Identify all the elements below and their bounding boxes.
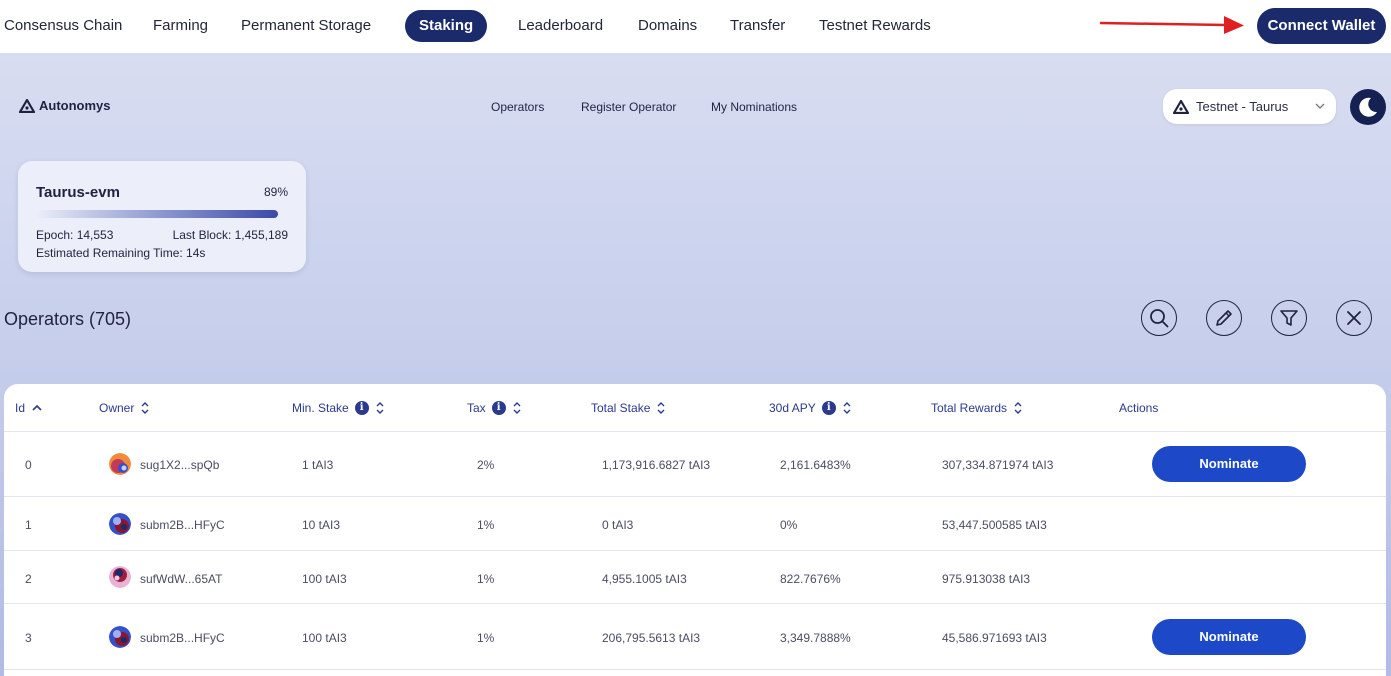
domain-status-card: Taurus-evm 89% Epoch: 14,553 Last Block:… xyxy=(18,161,306,272)
table-row: 1 subm2B...HFyC 10 tAI3 1% 0 tAI3 0% 53,… xyxy=(4,497,1386,551)
clear-button[interactable] xyxy=(1336,300,1372,336)
network-selector[interactable]: Testnet - Taurus xyxy=(1163,89,1336,124)
connect-wallet-button[interactable]: Connect Wallet xyxy=(1257,8,1386,44)
operator-id: 3 xyxy=(25,631,32,645)
owner-avatar xyxy=(109,566,131,588)
brand-name: Autonomys xyxy=(39,98,111,113)
col-header-min-stake[interactable]: Min. Stake i xyxy=(292,401,385,415)
operator-id: 0 xyxy=(25,458,32,472)
col-header-id[interactable]: Id xyxy=(15,401,43,415)
domain-name: Taurus-evm xyxy=(36,184,120,201)
apy: 3,349.7888% xyxy=(780,631,851,645)
col-header-owner[interactable]: Owner xyxy=(99,401,150,415)
sort-icon xyxy=(1014,402,1022,414)
nav-permanent-storage[interactable]: Permanent Storage xyxy=(241,17,371,34)
theme-toggle-button[interactable] xyxy=(1350,89,1386,125)
filter-button[interactable] xyxy=(1271,300,1307,336)
tax: 1% xyxy=(477,631,495,645)
owner-address[interactable]: subm2B...HFyC xyxy=(140,631,225,645)
sort-icon xyxy=(843,402,851,414)
top-nav: Consensus Chain Farming Permanent Storag… xyxy=(0,0,1391,53)
col-header-apy[interactable]: 30d APY i xyxy=(769,401,852,415)
sort-icon xyxy=(657,402,665,414)
operators-table: Id Owner Min. Stake i Tax i Total Stake … xyxy=(4,384,1386,676)
col-header-actions: Actions xyxy=(1119,401,1159,415)
total-stake: 0 tAI3 xyxy=(602,518,634,532)
nav-testnet-rewards[interactable]: Testnet Rewards xyxy=(819,17,931,34)
nominate-button[interactable]: Nominate xyxy=(1152,619,1306,655)
subnav-register-operator[interactable]: Register Operator xyxy=(581,100,676,114)
table-row: 2 sufWdW...65AT 100 tAI3 1% 4,955.1005 t… xyxy=(4,551,1386,604)
total-rewards: 307,334.871974 tAI3 xyxy=(942,458,1054,472)
owner-address[interactable]: sug1X2...spQb xyxy=(140,458,219,472)
sort-icon xyxy=(376,402,384,414)
apy: 2,161.6483% xyxy=(780,458,851,472)
red-arrow-annotation xyxy=(1099,16,1244,34)
apy: 0% xyxy=(780,518,798,532)
domain-remaining-time: Estimated Remaining Time: 14s xyxy=(36,246,206,260)
total-stake: 206,795.5613 tAI3 xyxy=(602,631,701,645)
info-icon[interactable]: i xyxy=(491,401,506,415)
subnav-my-nominations[interactable]: My Nominations xyxy=(711,100,797,114)
min-stake: 10 tAI3 xyxy=(302,518,341,532)
apy: 822.7676% xyxy=(780,572,841,586)
total-rewards: 975.913038 tAI3 xyxy=(942,572,1031,586)
total-stake: 4,955.1005 tAI3 xyxy=(602,572,687,586)
domain-progress-percent: 89% xyxy=(263,185,288,199)
min-stake: 100 tAI3 xyxy=(302,572,347,586)
operator-id: 1 xyxy=(25,518,32,532)
total-rewards: 45,586.971693 tAI3 xyxy=(942,631,1047,645)
total-rewards: 53,447.500585 tAI3 xyxy=(942,518,1047,532)
tax: 1% xyxy=(477,518,495,532)
domain-progress-bar xyxy=(36,210,278,218)
nav-domains[interactable]: Domains xyxy=(638,17,697,34)
owner-address[interactable]: sufWdW...65AT xyxy=(140,572,222,586)
operator-id: 2 xyxy=(25,572,32,586)
col-header-tax[interactable]: Tax i xyxy=(467,401,522,415)
table-row: 0 sug1X2...spQb 1 tAI3 2% 1,173,916.6827… xyxy=(4,432,1386,497)
col-header-total-stake[interactable]: Total Stake xyxy=(591,401,666,415)
close-icon xyxy=(1347,311,1361,325)
nav-staking[interactable]: Staking xyxy=(405,10,488,42)
edit-columns-button[interactable] xyxy=(1206,300,1242,336)
min-stake: 1 tAI3 xyxy=(302,458,334,472)
sort-icon xyxy=(513,402,521,414)
owner-avatar xyxy=(109,513,131,535)
brand-logo[interactable]: Autonomys xyxy=(19,98,111,113)
owner-avatar xyxy=(109,453,131,475)
nav-leaderboard[interactable]: Leaderboard xyxy=(518,17,603,34)
total-stake: 1,173,916.6827 tAI3 xyxy=(602,458,711,472)
sort-ascending-icon xyxy=(32,404,42,411)
pencil-icon xyxy=(1216,310,1232,326)
autonomys-network-icon xyxy=(1173,99,1189,114)
owner-address[interactable]: subm2B...HFyC xyxy=(140,518,225,532)
col-header-total-rewards[interactable]: Total Rewards xyxy=(931,401,1023,415)
chevron-down-icon xyxy=(1315,103,1325,109)
sort-icon xyxy=(141,402,149,414)
filter-icon xyxy=(1280,310,1298,326)
staking-main: Autonomys Operators Register Operator My… xyxy=(0,53,1391,676)
search-icon xyxy=(1150,309,1169,328)
table-row: 3 subm2B...HFyC 100 tAI3 1% 206,795.5613… xyxy=(4,604,1386,670)
subnav-operators[interactable]: Operators xyxy=(491,100,544,114)
domain-epoch: Epoch: 14,553 xyxy=(36,228,114,242)
info-icon[interactable]: i xyxy=(821,401,836,415)
network-selected: Testnet - Taurus xyxy=(1196,99,1289,114)
nav-transfer[interactable]: Transfer xyxy=(730,17,785,34)
tax: 2% xyxy=(477,458,495,472)
autonomys-logo-icon xyxy=(19,98,35,113)
tax: 1% xyxy=(477,572,495,586)
owner-avatar xyxy=(109,626,131,648)
info-icon[interactable]: i xyxy=(354,401,369,415)
operators-title: Operators (705) xyxy=(4,309,132,329)
nav-consensus-chain[interactable]: Consensus Chain xyxy=(4,17,122,34)
nominate-button[interactable]: Nominate xyxy=(1152,446,1306,482)
domain-last-block: Last Block: 1,455,189 xyxy=(172,228,288,242)
min-stake: 100 tAI3 xyxy=(302,631,347,645)
moon-icon xyxy=(1359,97,1377,117)
search-button[interactable] xyxy=(1141,300,1177,336)
nav-farming[interactable]: Farming xyxy=(153,17,208,34)
